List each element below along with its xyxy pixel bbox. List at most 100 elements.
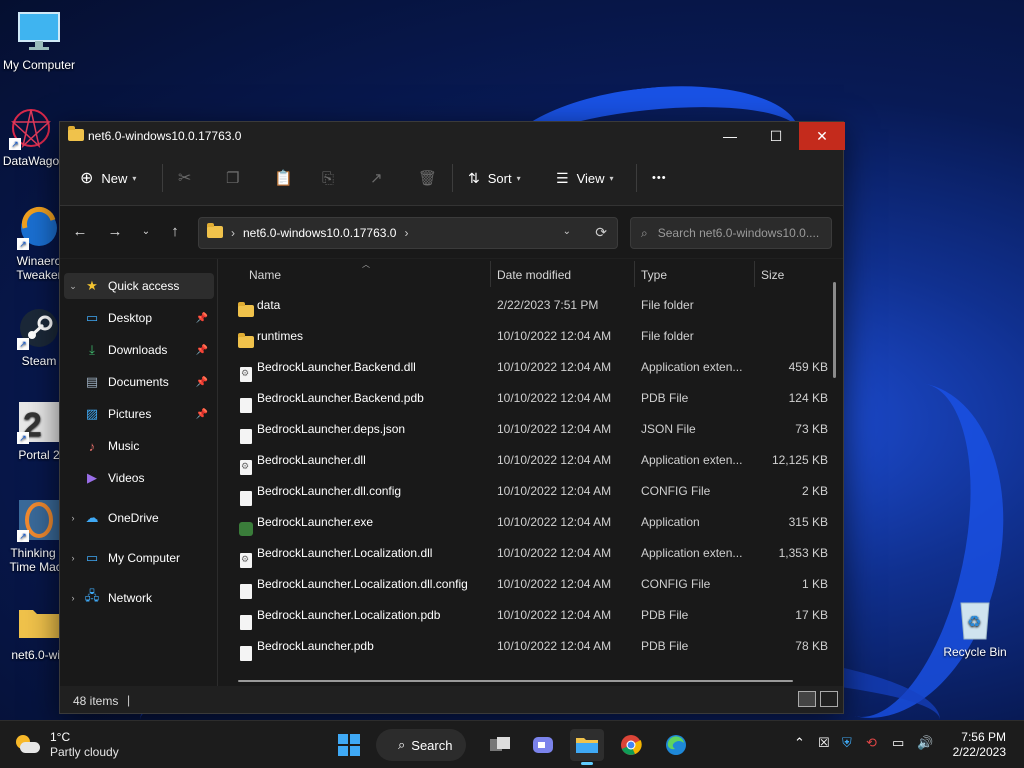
security-shield-icon[interactable]: ⛨	[842, 735, 852, 751]
table-row[interactable]: BedrockLauncher.pdb 10/10/2022 12:04 AM PD…	[220, 630, 843, 661]
table-row[interactable]: data 2/22/2023 7:51 PM File folder	[220, 289, 843, 320]
nav-item-documents[interactable]: ▤ Documents 📌	[82, 369, 214, 395]
table-row[interactable]: BedrockLauncher.Backend.pdb 10/10/2022 12…	[220, 382, 843, 413]
desktop-icon-my-computer[interactable]: My Computer	[0, 10, 78, 72]
teams-chat-button[interactable]	[526, 729, 560, 761]
sync-icon[interactable]: ⟲	[866, 735, 877, 751]
column-header-size[interactable]: Size	[761, 268, 784, 282]
refresh-icon[interactable]: ⟳	[595, 224, 607, 241]
taskbar-search[interactable]: ⌕ Search	[376, 729, 466, 761]
expand-chevron-icon[interactable]: ›	[64, 513, 82, 523]
file-explorer-taskbar-button[interactable]	[570, 729, 604, 765]
up-arrow-icon[interactable]: ↑	[165, 222, 185, 242]
table-row[interactable]: BedrockLauncher.Localization.pdb 10/10/20…	[220, 599, 843, 630]
display-icon[interactable]: ▭	[892, 735, 904, 751]
nav-item-videos[interactable]: ▶ Videos	[82, 465, 214, 491]
pin-icon: 📌	[195, 344, 208, 356]
details-view-icon[interactable]	[798, 691, 816, 707]
file-date-modified: 10/10/2022 12:04 AM	[497, 608, 612, 622]
file-type: CONFIG File	[641, 577, 711, 591]
table-row[interactable]: BedrockLauncher.Backend.dll 10/10/2022 12…	[220, 351, 843, 382]
sort-button[interactable]: ⇅ Sort ▾	[468, 166, 521, 190]
column-divider[interactable]	[634, 261, 635, 287]
large-icons-view-icon[interactable]	[820, 691, 838, 707]
vertical-scrollbar[interactable]	[833, 282, 836, 378]
more-options-button[interactable]: •••	[652, 166, 667, 190]
column-divider[interactable]	[490, 261, 491, 287]
breadcrumb-path[interactable]: net6.0-windows10.0.17763.0	[243, 226, 396, 240]
file-name: BedrockLauncher.pdb	[257, 639, 374, 653]
nav-item-onedrive[interactable]: › ☁ OneDrive	[64, 505, 214, 531]
folder-icon	[68, 126, 84, 144]
weather-widget[interactable]: 1°C Partly cloudy	[14, 730, 119, 760]
table-row[interactable]: BedrockLauncher.Localization.dll 10/10/20…	[220, 537, 843, 568]
music-icon: ♪	[88, 438, 96, 454]
desktop-icon-recycle-bin[interactable]: ♻ Recycle Bin	[936, 597, 1014, 659]
table-row[interactable]: BedrockLauncher.exe 10/10/2022 12:04 AM Ap…	[220, 506, 843, 537]
expand-chevron-icon[interactable]: ›	[64, 553, 82, 563]
back-arrow-icon[interactable]: ←	[70, 222, 90, 242]
new-button[interactable]: ⊕ New ▾	[80, 166, 136, 190]
recent-locations-chevron-icon[interactable]: ⌄	[136, 222, 156, 242]
chrome-button[interactable]	[614, 729, 648, 761]
cut-icon[interactable]: ✂	[178, 166, 191, 190]
monitor-icon: ▭	[85, 550, 99, 565]
nav-item-pictures[interactable]: ▨ Pictures 📌	[82, 401, 214, 427]
address-history-chevron-icon[interactable]: ⌄	[563, 226, 571, 237]
address-bar[interactable]: › net6.0-windows10.0.17763.0 › ⌄ ⟳	[198, 217, 618, 249]
expand-chevron-icon[interactable]: ⌄	[64, 281, 82, 292]
horizontal-scrollbar[interactable]	[238, 680, 793, 682]
share-icon[interactable]: ↗	[370, 166, 383, 190]
view-button[interactable]: ☰ View ▾	[556, 166, 614, 190]
start-button[interactable]	[332, 729, 366, 761]
table-row[interactable]: BedrockLauncher.Localization.dll.config 1…	[220, 568, 843, 599]
file-explorer-icon	[576, 738, 598, 753]
partly-cloudy-icon	[14, 733, 42, 757]
file-size: 1 KB	[801, 577, 828, 591]
breadcrumb-chevron-icon[interactable]: ›	[404, 226, 408, 240]
table-row[interactable]: runtimes 10/10/2022 12:04 AM File folder	[220, 320, 843, 351]
file-size: 124 KB	[788, 391, 828, 405]
forward-arrow-icon[interactable]: →	[105, 222, 125, 242]
close-button[interactable]: ✕	[799, 122, 845, 150]
minimize-button[interactable]: —	[707, 122, 753, 150]
copy-icon[interactable]: ❐	[226, 166, 239, 190]
show-hidden-icons-chevron-icon[interactable]: ⌃	[794, 735, 805, 751]
title-bar[interactable]: net6.0-windows10.0.17763.0 — ☐ ✕	[60, 122, 845, 150]
system-clock[interactable]: 7:56 PM 2/22/2023	[953, 730, 1006, 760]
network-disconnected-icon[interactable]: ☒	[818, 735, 830, 751]
clock-time: 7:56 PM	[961, 730, 1006, 744]
search-input[interactable]: ⌕ Search net6.0-windows10.0....	[630, 217, 832, 249]
paste-icon[interactable]: 📋	[274, 166, 293, 190]
table-row[interactable]: BedrockLauncher.dll 10/10/2022 12:04 AM Ap…	[220, 444, 843, 475]
network-icon: 🖧	[84, 588, 100, 603]
svg-text:♻: ♻	[967, 614, 981, 631]
table-row[interactable]: BedrockLauncher.deps.json 10/10/2022 12:0…	[220, 413, 843, 444]
nav-item-desktop[interactable]: ▭ Desktop 📌	[82, 305, 214, 331]
column-header-date[interactable]: Date modified	[497, 268, 571, 282]
column-header-type[interactable]: Type	[641, 268, 667, 282]
nav-item-quick-access[interactable]: ⌄ ★ Quick access	[64, 273, 214, 299]
nav-item-music[interactable]: ♪ Music	[82, 433, 214, 459]
column-divider[interactable]	[754, 261, 755, 287]
volume-icon[interactable]: 🔊	[917, 735, 933, 751]
column-header-name[interactable]: Name	[249, 268, 281, 282]
file-size: 2 KB	[801, 484, 828, 498]
nav-item-my-computer[interactable]: › ▭ My Computer	[64, 545, 214, 571]
chevron-down-icon: ▾	[132, 173, 137, 183]
expand-chevron-icon[interactable]: ›	[64, 593, 82, 603]
nav-item-network[interactable]: › 🖧 Network	[64, 585, 214, 611]
maximize-button[interactable]: ☐	[753, 122, 799, 150]
nav-item-downloads[interactable]: ⤓ Downloads 📌	[82, 337, 214, 363]
content-area: ⌄ ★ Quick access ▭ Desktop 📌 ⤓ Downloads…	[60, 259, 843, 686]
file-name: runtimes	[257, 329, 304, 343]
table-row[interactable]: BedrockLauncher.dll.config 10/10/2022 12:…	[220, 475, 843, 506]
file-type: Application exten...	[641, 360, 743, 374]
sort-icon: ⇅	[468, 169, 480, 186]
rename-icon[interactable]: ⎘	[322, 166, 334, 190]
edge-button[interactable]	[659, 729, 693, 761]
file-date-modified: 10/10/2022 12:04 AM	[497, 639, 612, 653]
chat-icon	[533, 737, 553, 753]
task-view-button[interactable]	[483, 729, 517, 761]
delete-icon[interactable]: 🗑	[418, 166, 437, 190]
